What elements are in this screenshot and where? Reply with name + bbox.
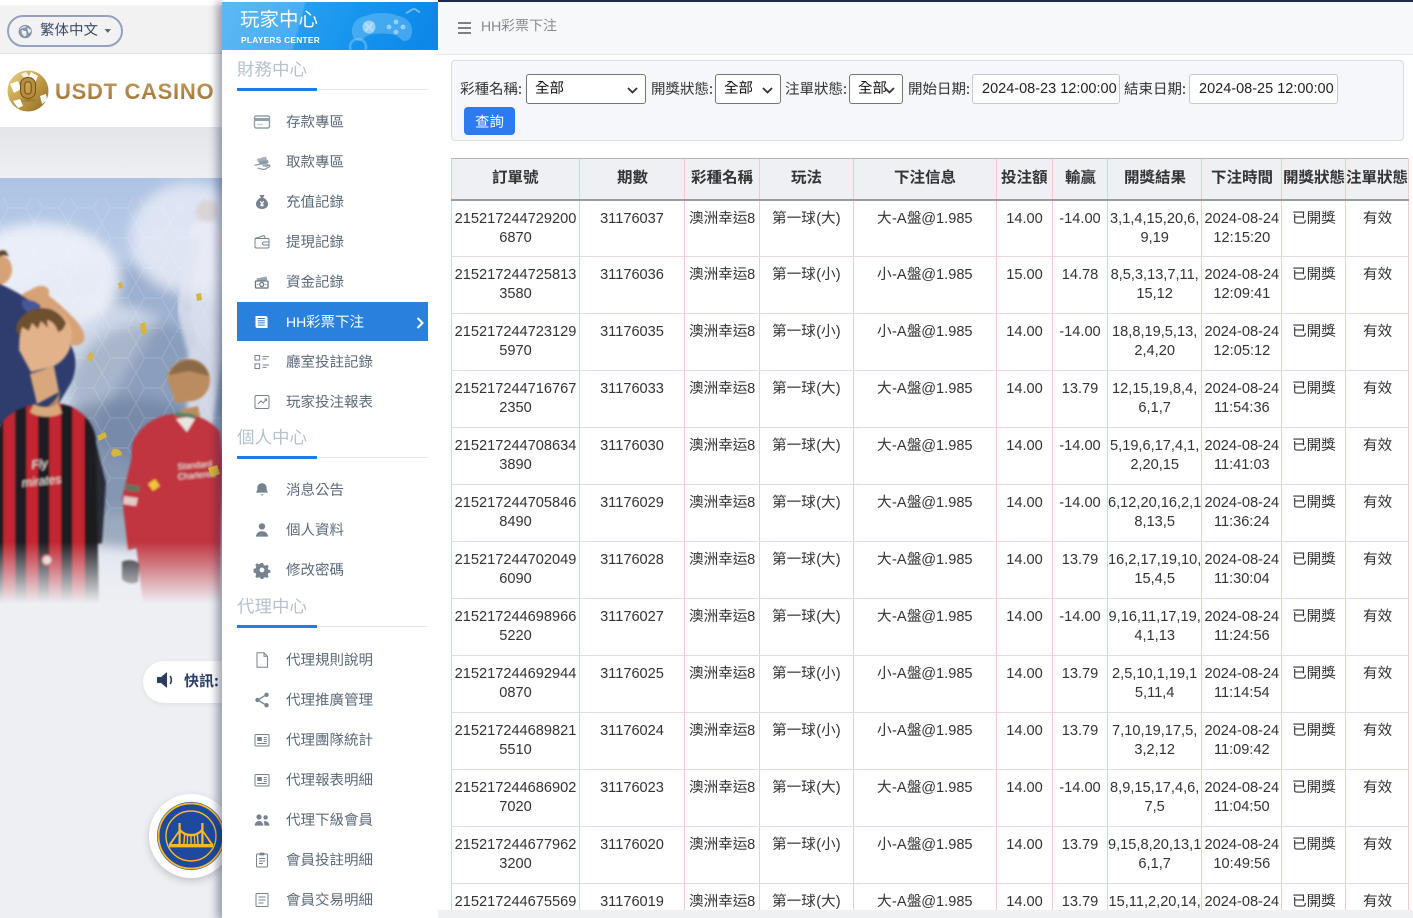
svg-text:Fly: Fly bbox=[31, 456, 49, 472]
svg-text:Casino: Casino bbox=[21, 98, 36, 103]
